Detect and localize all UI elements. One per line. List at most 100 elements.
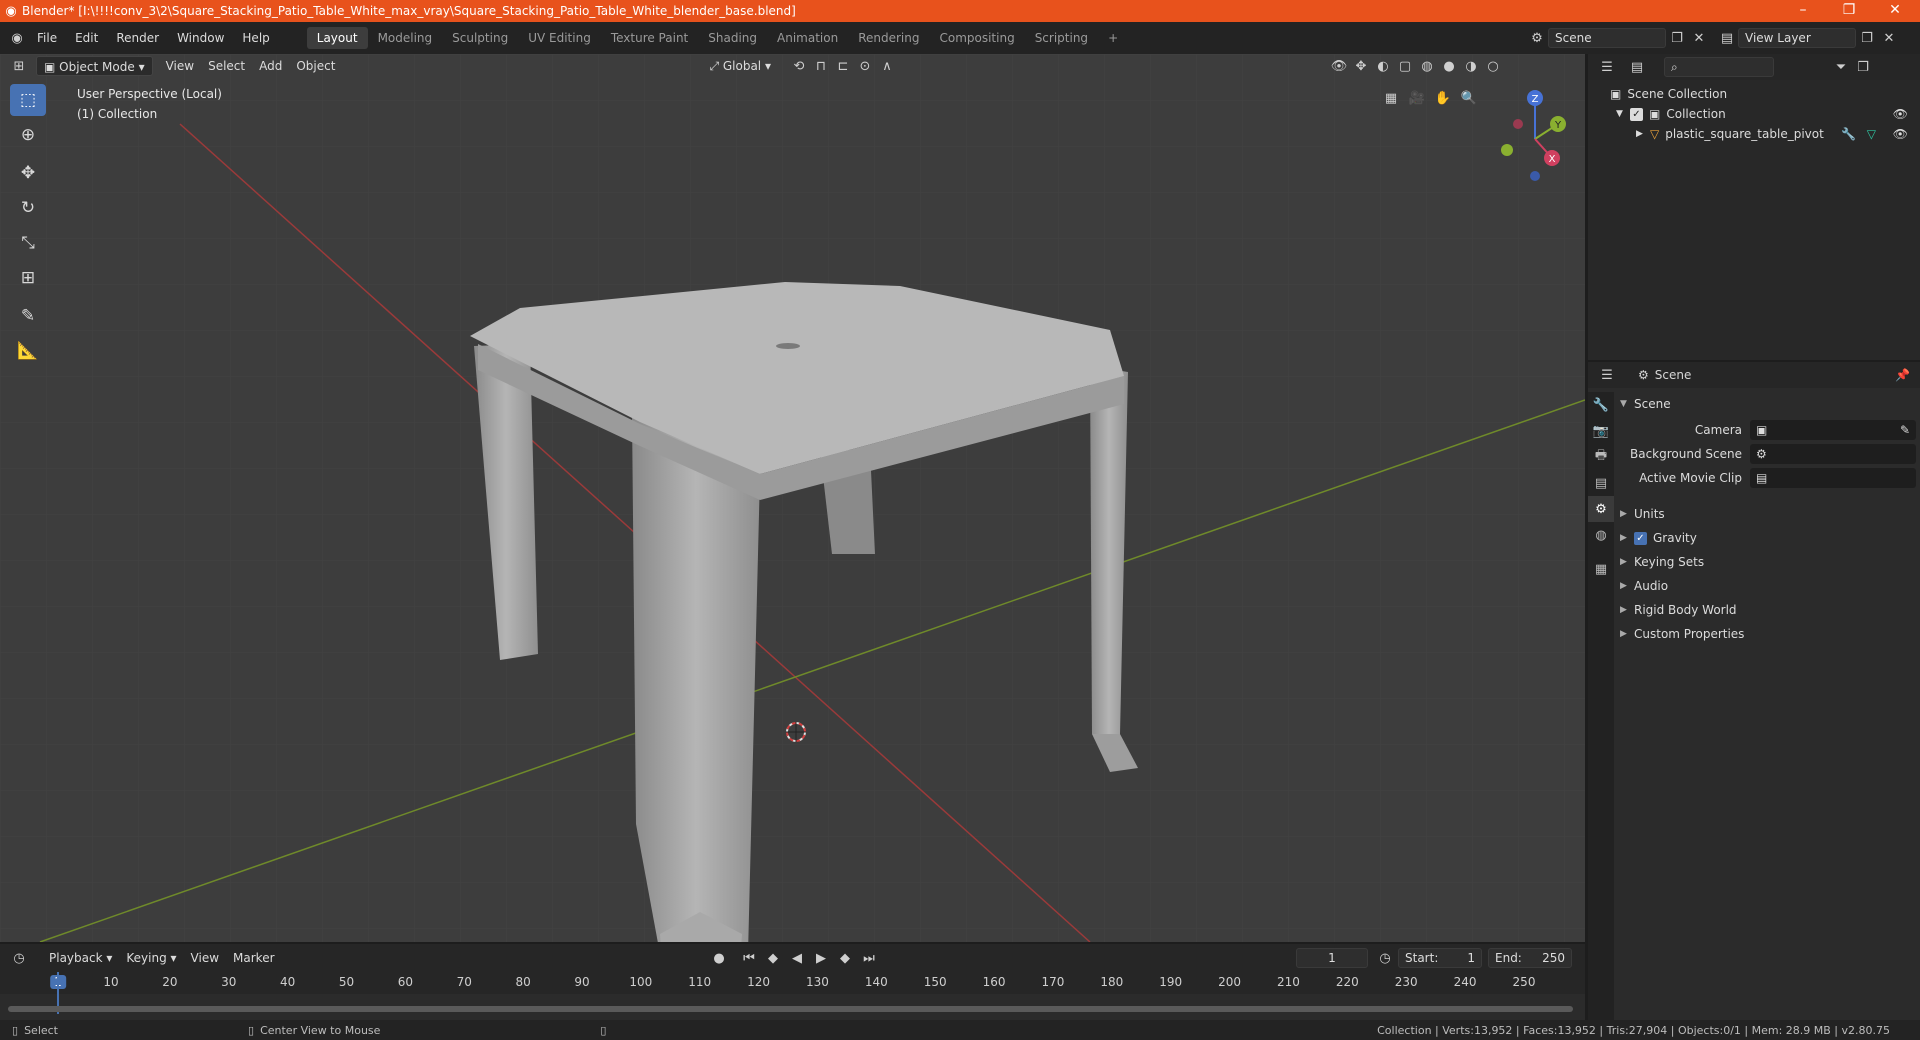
gizmo-neg-y-axis[interactable] [1501,144,1513,156]
play-reverse-icon[interactable]: ◀ [786,948,808,968]
stopwatch-icon[interactable]: ◷ [1374,948,1396,968]
audio-panel[interactable]: ▶ Audio [1620,574,1916,598]
menu-window[interactable]: Window [168,22,233,54]
delete-scene-icon[interactable]: ✕ [1688,28,1710,48]
menu-file[interactable]: File [28,22,66,54]
wireframe-shading-icon[interactable]: ◍ [1416,56,1438,76]
modifier-icon[interactable]: 🔧 [1841,127,1856,141]
view-layer-tab-icon[interactable]: ▤ [1588,470,1614,496]
new-scene-icon[interactable]: ❐ [1666,28,1688,48]
tab-texture-paint[interactable]: Texture Paint [601,27,698,49]
scale-tool-icon[interactable]: ⤡ [10,227,46,259]
camera-field[interactable]: ▣ ✎ [1750,420,1916,440]
render-tab-icon[interactable]: 📷 [1588,418,1614,444]
play-icon[interactable]: ▶ [810,948,832,968]
viewport-menu-view[interactable]: View [159,56,201,76]
end-frame-field[interactable]: End: 250 [1488,948,1572,968]
new-collection-icon[interactable]: ❐ [1852,57,1874,77]
outliner-row-object[interactable]: ▶ ▽ plastic_square_table_pivot 🔧 ▽ 👁 [1588,124,1920,144]
xray-icon[interactable]: ▢ [1394,56,1416,76]
outliner-row-collection[interactable]: ▼ ✓ ▣ Collection 👁 [1588,104,1920,124]
active-movie-clip-field[interactable]: ▤ [1750,468,1916,488]
select-box-tool-icon[interactable]: ⬚ [10,84,46,116]
move-tool-icon[interactable]: ✥ [10,157,46,189]
menu-help[interactable]: Help [233,22,278,54]
texture-tab-icon[interactable]: ▦ [1588,556,1614,582]
jump-start-icon[interactable]: ⏮ [738,948,760,968]
gravity-panel[interactable]: ▶ ✓ Gravity [1620,526,1916,550]
collection-visibility-icon[interactable]: 👁 [1893,107,1908,121]
expand-arrow-icon[interactable]: ▶ [1636,129,1650,139]
filter-icon[interactable]: ⏷ [1830,57,1852,77]
editor-type-icon[interactable]: ⊞ [8,56,30,76]
tab-sculpting[interactable]: Sculpting [442,27,518,49]
output-tab-icon[interactable]: 🖶 [1588,444,1614,470]
grid-view-icon[interactable]: ▦ [1380,88,1402,108]
navigation-gizmo[interactable]: Z Y X [1480,84,1585,204]
snap-target-icon[interactable]: ⊏ [832,56,854,76]
3d-viewport[interactable]: ⊞ ▣ Object Mode ▾ View Select Add Object… [0,54,1585,942]
scene-icon[interactable]: ⚙ [1526,28,1548,48]
tab-scripting[interactable]: Scripting [1025,27,1098,49]
object-mode-dropdown[interactable]: ▣ Object Mode ▾ [36,56,153,76]
scene-panel-header[interactable]: ▼ Scene [1620,392,1916,416]
viewport-menu-add[interactable]: Add [252,56,289,76]
scene-selector[interactable]: Scene [1548,28,1666,48]
viewport-menu-select[interactable]: Select [201,56,252,76]
overlays-icon[interactable]: ◐ [1372,56,1394,76]
timeline-menu-playback[interactable]: Playback ▾ [42,948,119,968]
viewport-menu-object[interactable]: Object [289,56,342,76]
outliner-editor-type-icon[interactable]: ☰ [1596,57,1618,77]
tab-animation[interactable]: Animation [767,27,848,49]
tab-shading[interactable]: Shading [698,27,767,49]
timeline-menu-marker[interactable]: Marker [226,948,281,968]
custom-properties-panel[interactable]: ▶ Custom Properties [1620,622,1916,646]
menu-edit[interactable]: Edit [66,22,107,54]
3d-cursor[interactable] [786,722,806,742]
units-panel[interactable]: ▶ Units [1620,502,1916,526]
add-workspace-button[interactable]: + [1098,27,1128,49]
gizmo-toggle-icon[interactable]: ✥ [1350,56,1372,76]
object-visibility-icon[interactable]: 👁 [1893,127,1908,141]
next-keyframe-icon[interactable]: ◆ [834,948,856,968]
new-view-layer-icon[interactable]: ❐ [1856,28,1878,48]
outliner-search-input[interactable]: ⌕ [1664,57,1774,77]
timeline-scrollbar[interactable] [8,1006,1573,1012]
scene-tab-icon[interactable]: ⚙ [1588,496,1614,522]
eyedropper-icon[interactable]: ✎ [1900,423,1910,437]
mesh-data-icon[interactable]: ▽ [1867,127,1876,141]
measure-tool-icon[interactable]: 📐 [10,335,46,367]
material-shading-icon[interactable]: ◑ [1460,56,1482,76]
pin-icon[interactable]: 📌 [1895,368,1910,382]
maximize-button[interactable]: ❐ [1826,0,1872,22]
background-scene-field[interactable]: ⚙ [1750,444,1916,464]
timeline-menu-view[interactable]: View [184,948,226,968]
zoom-view-icon[interactable]: 🔍 [1458,88,1480,108]
outliner-row-scene-collection[interactable]: ▣ Scene Collection [1588,84,1920,104]
tab-rendering[interactable]: Rendering [848,27,929,49]
timeline-editor-type-icon[interactable]: ◷ [8,948,30,968]
rigid-body-world-panel[interactable]: ▶ Rigid Body World [1620,598,1916,622]
proportional-editing-icon[interactable]: ⊙ [854,56,876,76]
visibility-icon[interactable]: 👁 [1328,56,1350,76]
transform-tool-icon[interactable]: ⊞ [10,262,46,294]
rotate-tool-icon[interactable]: ↻ [10,192,46,224]
solid-shading-icon[interactable]: ● [1438,56,1460,76]
collection-checkbox[interactable]: ✓ [1630,107,1643,121]
cursor-tool-icon[interactable]: ⊕ [10,119,46,151]
expand-arrow-icon[interactable]: ▼ [1616,109,1630,119]
world-tab-icon[interactable]: ◍ [1588,522,1614,548]
rendered-shading-icon[interactable]: ○ [1482,56,1504,76]
timeline-menu-keying[interactable]: Keying ▾ [119,948,183,968]
camera-view-icon[interactable]: 🎥 [1406,88,1428,108]
snap-icon[interactable]: ⊓ [810,56,832,76]
transform-orientation-dropdown[interactable]: ⤢ Global ▾ [702,56,778,76]
gizmo-neg-z-axis[interactable] [1530,171,1540,181]
tab-modeling[interactable]: Modeling [368,27,443,49]
tool-tab-icon[interactable]: 🔧 [1588,392,1614,418]
falloff-icon[interactable]: ∧ [876,56,898,76]
close-window-button[interactable]: ✕ [1872,0,1918,22]
keying-sets-panel[interactable]: ▶ Keying Sets [1620,550,1916,574]
tab-uv-editing[interactable]: UV Editing [518,27,601,49]
jump-end-icon[interactable]: ⏭ [858,948,880,968]
